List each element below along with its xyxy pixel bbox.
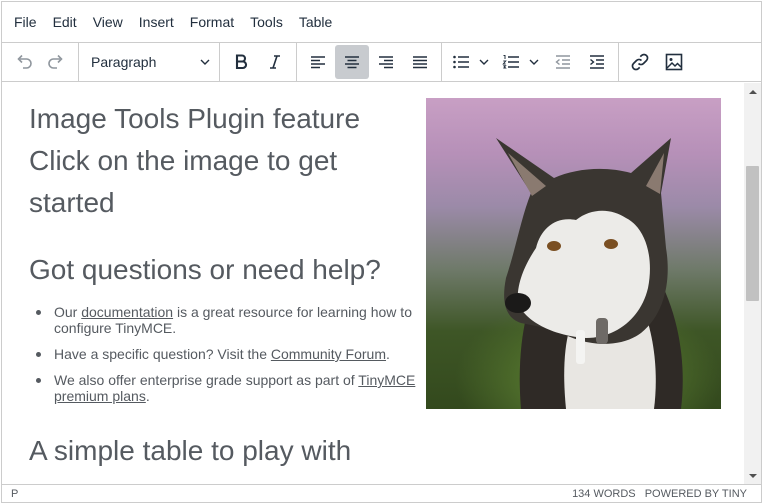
triangle-up-icon	[748, 89, 757, 94]
menu-view[interactable]: View	[85, 6, 131, 38]
link-button[interactable]	[623, 45, 657, 79]
word-count[interactable]: 134 WORDS	[572, 488, 636, 500]
bullet-list-dropdown[interactable]	[476, 45, 492, 79]
list-item-text: Have a specific question? Visit the	[54, 346, 271, 362]
list-item: We also offer enterprise grade support a…	[29, 372, 424, 404]
chevron-down-icon	[200, 59, 210, 65]
editor-content[interactable]: Image Tools Plugin feature Click on the …	[2, 83, 744, 484]
toolbar-group-insert	[619, 43, 695, 81]
toolbar-group-lists	[442, 43, 619, 81]
image-button[interactable]	[657, 45, 691, 79]
justify-button[interactable]	[403, 45, 437, 79]
block-format-value: Paragraph	[91, 54, 157, 70]
menu-format[interactable]: Format	[182, 6, 242, 38]
statusbar: P 134 WORDS POWERED BY TINY	[2, 484, 761, 502]
menu-insert[interactable]: Insert	[131, 6, 182, 38]
list-item-text: We also offer enterprise grade support a…	[54, 372, 359, 388]
align-center-icon	[345, 56, 359, 69]
indent-button[interactable]	[580, 45, 614, 79]
triangle-down-icon	[748, 473, 757, 478]
undo-button[interactable]	[6, 45, 40, 79]
bold-icon	[235, 54, 248, 70]
redo-icon	[48, 54, 63, 69]
menu-tools[interactable]: Tools	[242, 6, 291, 38]
list-item-text: Our	[54, 304, 82, 320]
list-item: Have a specific question? Visit the Comm…	[29, 346, 424, 362]
toolbar-group-history	[2, 43, 79, 81]
bullet-list-split-button	[446, 45, 496, 79]
toolbar: Paragraph	[2, 42, 761, 82]
outdent-button[interactable]	[546, 45, 580, 79]
scroll-up-button[interactable]	[744, 83, 761, 100]
chevron-down-icon	[529, 59, 539, 65]
numbered-list-icon	[502, 55, 519, 69]
numbered-list-dropdown[interactable]	[526, 45, 542, 79]
link-icon	[631, 53, 649, 71]
status-right: 134 WORDS POWERED BY TINY	[566, 488, 747, 500]
tinymce-editor: File Edit View Insert Format Tools Table…	[1, 1, 762, 503]
list-item-text: .	[145, 388, 150, 404]
block-format-select[interactable]: Paragraph	[83, 45, 215, 79]
vertical-scrollbar[interactable]	[744, 83, 761, 484]
numbered-list-button[interactable]	[496, 45, 526, 79]
toolbar-group-formatting	[220, 43, 297, 81]
undo-icon	[17, 54, 32, 69]
menu-edit[interactable]: Edit	[45, 6, 85, 38]
toolbar-group-blocks: Paragraph	[79, 43, 220, 81]
husky-image[interactable]	[426, 98, 721, 409]
heading-table: A simple table to play with	[29, 435, 352, 466]
indent-icon	[590, 55, 604, 69]
italic-button[interactable]	[258, 45, 292, 79]
image-icon	[665, 53, 683, 71]
align-left-icon	[311, 56, 325, 69]
outdent-icon	[555, 55, 570, 69]
list-item-text: .	[386, 346, 390, 362]
documentation-link[interactable]: documentation	[81, 304, 173, 320]
bullet-list-button[interactable]	[446, 45, 476, 79]
bold-button[interactable]	[224, 45, 258, 79]
align-center-button[interactable]	[335, 45, 369, 79]
align-right-button[interactable]	[369, 45, 403, 79]
community-forum-link[interactable]: Community Forum	[271, 346, 386, 362]
menu-table[interactable]: Table	[291, 6, 340, 38]
bullet-list-icon	[453, 55, 469, 69]
husky-dog-illustration	[496, 138, 683, 409]
align-right-icon	[379, 56, 393, 69]
numbered-list-split-button	[496, 45, 546, 79]
chevron-down-icon	[479, 59, 489, 65]
element-path[interactable]: P	[11, 488, 18, 500]
heading-image-tools: Image Tools Plugin feature Click on the …	[29, 103, 361, 218]
scroll-down-button[interactable]	[744, 467, 761, 484]
heading-questions: Got questions or need help?	[29, 254, 381, 285]
powered-by-link[interactable]: POWERED BY TINY	[645, 488, 747, 500]
align-justify-icon	[413, 56, 427, 69]
list-item: Our documentation is a great resource fo…	[29, 304, 424, 336]
scroll-thumb[interactable]	[746, 166, 759, 301]
align-left-button[interactable]	[301, 45, 335, 79]
help-list: Our documentation is a great resource fo…	[29, 304, 424, 414]
menu-file[interactable]: File	[6, 6, 45, 38]
redo-button[interactable]	[40, 45, 74, 79]
menubar: File Edit View Insert Format Tools Table	[2, 2, 761, 42]
italic-icon	[270, 55, 280, 69]
toolbar-group-alignment	[297, 43, 442, 81]
